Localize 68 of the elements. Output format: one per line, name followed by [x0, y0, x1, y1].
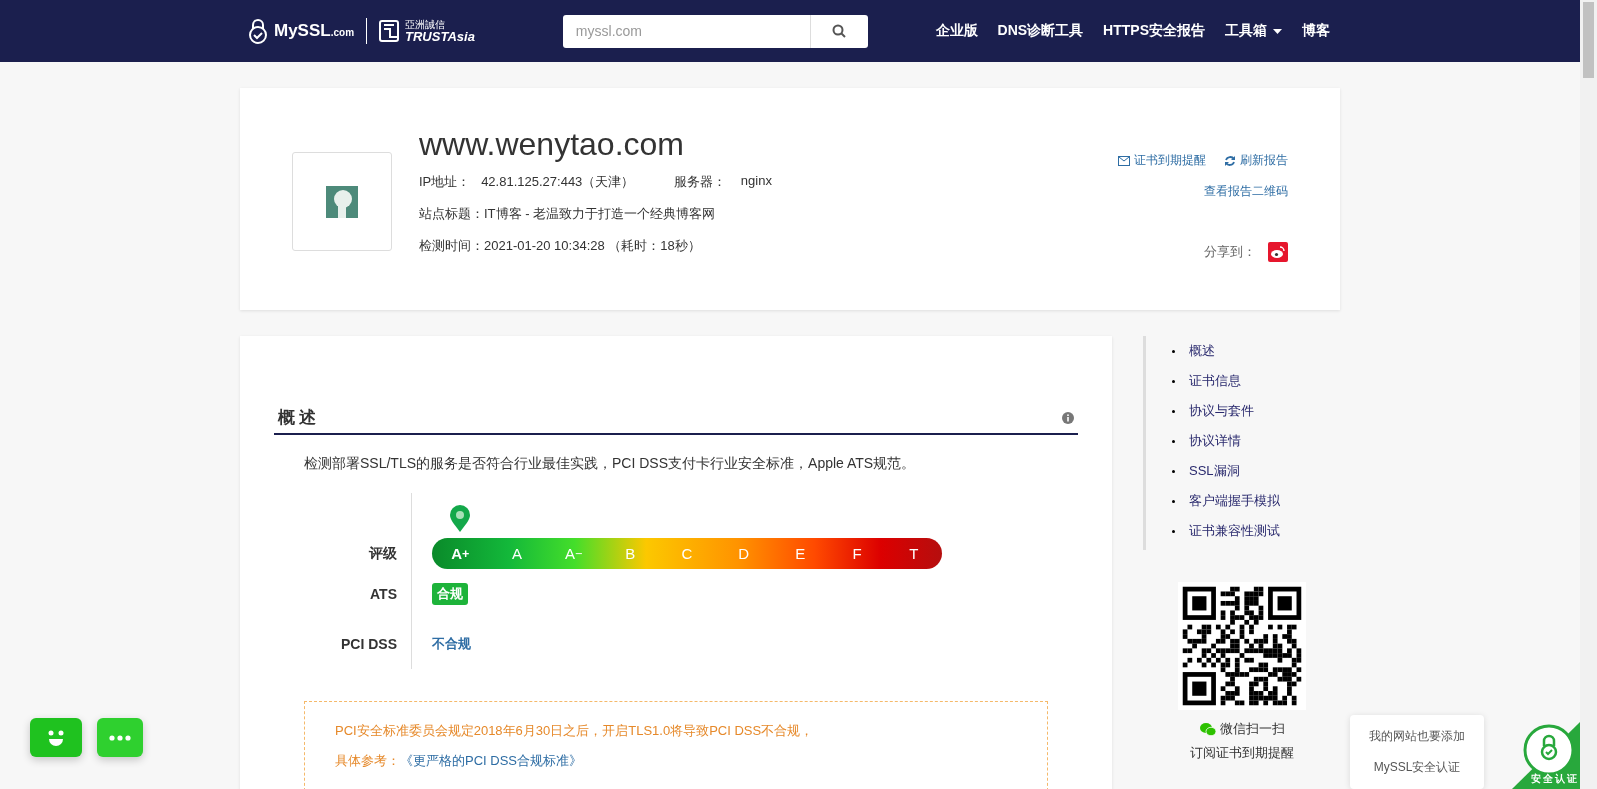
nav-link[interactable]: 工具箱: [1225, 22, 1282, 40]
security-seal-drawing[interactable]: [1512, 722, 1580, 789]
chat-bot-button[interactable]: [30, 718, 82, 757]
partner-name: 亞洲誠信: [405, 19, 447, 30]
field-label: 服务器：: [674, 173, 727, 191]
more-chat-button[interactable]: [97, 718, 143, 757]
share-label: 分享到：: [1204, 243, 1256, 261]
nav-link[interactable]: HTTPS安全报告: [1103, 22, 1205, 40]
weibo-share-icon[interactable]: [1268, 242, 1288, 262]
field-label: 检测时间：: [419, 237, 484, 255]
wechat-icon: [1199, 722, 1216, 736]
grade-label: D: [737, 544, 751, 564]
toc-link[interactable]: 协议与套件: [1189, 402, 1254, 420]
row-label: 评级: [369, 544, 397, 563]
row-label: ATS: [370, 586, 397, 602]
nav-link[interactable]: 企业版: [935, 22, 978, 40]
grade-label: B: [624, 544, 637, 564]
subscribe-text: 微信扫一扫: [1219, 720, 1285, 738]
grade-label: C: [680, 544, 694, 564]
info-icon[interactable]: [1062, 411, 1074, 424]
toc-link[interactable]: SSL漏洞: [1189, 462, 1240, 480]
subscribe-text: 订阅证书到期提醒: [1189, 744, 1295, 762]
search-button[interactable]: [809, 14, 868, 48]
grade-label: A: [511, 544, 523, 564]
promo-text: MySSL安全认证: [1373, 759, 1461, 776]
qr-code-link[interactable]: 查看报告二维码: [1204, 183, 1288, 200]
action-link[interactable]: 刷新报告: [1224, 152, 1288, 169]
grade-label: F: [851, 544, 863, 564]
site-logo-icon: [326, 185, 358, 218]
search-icon: [832, 24, 847, 38]
search-field[interactable]: myssl.com: [562, 14, 810, 48]
notice-text: PCI安全标准委员会规定2018年6月30日之后，开启TLS1.0将导致PCI DSS不合规，: [335, 722, 815, 740]
section-heading: 概述: [278, 407, 320, 429]
row-label: PCI DSS: [341, 636, 397, 652]
status-text: 不合规: [432, 635, 471, 653]
toc-link[interactable]: 概述: [1189, 342, 1215, 360]
ip-address: 42.81.125.27:443（天津）: [481, 173, 635, 191]
partner-logo-icon: [379, 20, 400, 42]
status-badge: 合规: [432, 583, 468, 605]
toc-link[interactable]: 证书兼容性测试: [1189, 522, 1280, 540]
section-description: 检测部署SSL/TLS的服务是否符合行业最佳实践，PCI DSS支付卡行业安全标准，Apple ATS规范。: [304, 455, 917, 473]
scrollbar[interactable]: [1580, 0, 1597, 789]
reference-link[interactable]: 《更严格的PCI DSS合规标准》: [400, 753, 582, 768]
nav-link[interactable]: 博客: [1302, 22, 1330, 40]
nav-link[interactable]: DNS诊断工具: [997, 22, 1084, 40]
field-label: 站点标题：: [419, 205, 484, 223]
refresh-icon: [1224, 154, 1236, 167]
location-pin-icon: [449, 505, 472, 533]
seal-label: 安全认证: [1531, 772, 1579, 786]
action-link[interactable]: 证书到期提醒: [1118, 152, 1206, 169]
grade-label: T: [908, 544, 920, 564]
site-title: IT博客 - 老温致力于打造一个经典博客网: [484, 205, 716, 223]
scan-time: 2021-01-20 10:34:28 （耗时：18秒）: [484, 237, 701, 255]
notice-text: 具体参考：: [335, 753, 400, 768]
more-icon: [109, 734, 131, 741]
logo-text: MySSL.com: [274, 21, 355, 41]
padlock-icon: [248, 18, 268, 44]
promo-text: 我的网站也要添加: [1369, 728, 1465, 745]
partner-logo-text: TRUSTAsia: [405, 29, 475, 43]
field-label: IP地址：: [419, 173, 471, 191]
server-name: nginx: [740, 173, 772, 188]
grade-label: E: [794, 544, 807, 564]
toc-link[interactable]: 证书信息: [1189, 372, 1241, 390]
caret-icon: [1273, 28, 1282, 34]
site-domain: www.wenytao.com: [419, 126, 685, 163]
mail-icon: [1118, 155, 1130, 166]
toc-link[interactable]: 协议详情: [1189, 432, 1241, 450]
toc-link[interactable]: 客户端握手模拟: [1189, 492, 1280, 510]
